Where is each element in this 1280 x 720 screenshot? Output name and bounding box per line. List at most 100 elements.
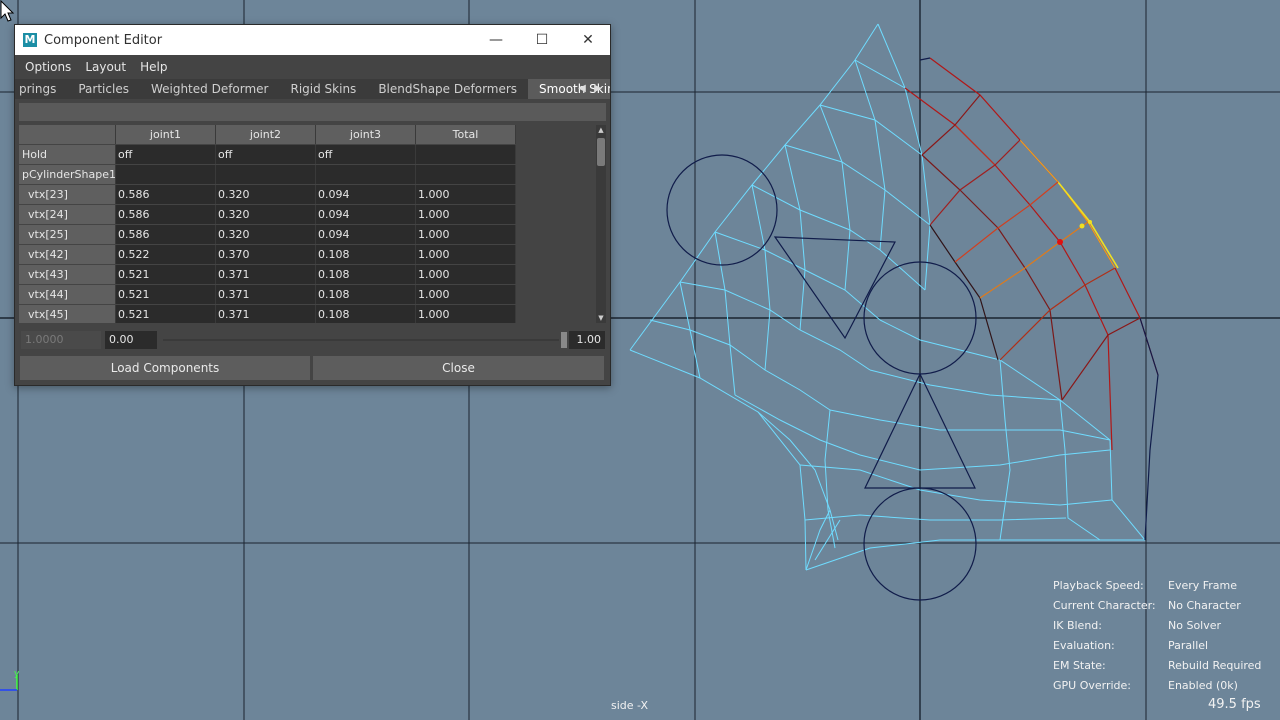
weight-cell[interactable]: 0.320 bbox=[216, 205, 316, 224]
column-header-joint3[interactable]: joint3 bbox=[316, 125, 416, 144]
weight-cell[interactable]: 0.108 bbox=[316, 305, 416, 323]
tab-rigid-skins[interactable]: Rigid Skins bbox=[280, 79, 368, 99]
tab-particles[interactable]: Particles bbox=[67, 79, 140, 99]
hud-row: Current Character: No Character bbox=[1053, 598, 1273, 618]
maximize-button[interactable]: ☐ bbox=[519, 25, 565, 55]
table-scrollbar[interactable]: ▲ ▼ bbox=[596, 125, 606, 323]
shape-label[interactable]: pCylinderShape1 bbox=[19, 165, 116, 184]
tab-scroll-left-icon[interactable]: ◀ bbox=[574, 79, 590, 99]
weight-cell[interactable]: 0.586 bbox=[116, 185, 216, 204]
empty-cell bbox=[116, 165, 216, 184]
weight-value-field[interactable]: 0.00 bbox=[105, 331, 157, 349]
component-editor-window[interactable]: M Component Editor — ☐ ✕ Options Layout … bbox=[14, 24, 611, 386]
vertex-label[interactable]: vtx[43] bbox=[19, 265, 116, 284]
viewport-hud: Playback Speed: Every Frame Current Chara… bbox=[1053, 578, 1273, 698]
hold-cell[interactable]: off bbox=[316, 145, 416, 164]
table-row-shape: pCylinderShape1 bbox=[19, 165, 516, 185]
tab-springs[interactable]: prings bbox=[15, 79, 67, 99]
weight-cell[interactable]: 0.094 bbox=[316, 205, 416, 224]
table-row: vtx[24] 0.586 0.320 0.094 1.000 bbox=[19, 205, 516, 225]
weight-slider-handle[interactable] bbox=[561, 332, 567, 348]
weight-cell[interactable]: 0.094 bbox=[316, 185, 416, 204]
fps-readout: 49.5 fps bbox=[1208, 697, 1261, 712]
table-row: vtx[23] 0.586 0.320 0.094 1.000 bbox=[19, 185, 516, 205]
column-header bbox=[19, 125, 116, 144]
weight-cell[interactable]: 0.371 bbox=[216, 305, 316, 323]
table-header-row: joint1 joint2 joint3 Total bbox=[19, 125, 516, 145]
scroll-down-icon[interactable]: ▼ bbox=[596, 313, 606, 323]
vertex-label[interactable]: vtx[25] bbox=[19, 225, 116, 244]
hold-cell[interactable]: off bbox=[116, 145, 216, 164]
camera-label: side -X bbox=[611, 699, 648, 712]
table-row: vtx[43] 0.521 0.371 0.108 1.000 bbox=[19, 265, 516, 285]
weight-cell[interactable]: 0.108 bbox=[316, 285, 416, 304]
hud-value: No Character bbox=[1168, 599, 1241, 612]
hud-row: EM State: Rebuild Required bbox=[1053, 658, 1273, 678]
column-header-total[interactable]: Total bbox=[416, 125, 516, 144]
weight-cell[interactable]: 0.521 bbox=[116, 265, 216, 284]
window-title: Component Editor bbox=[44, 32, 163, 48]
vertex-label[interactable]: vtx[24] bbox=[19, 205, 116, 224]
close-button[interactable]: Close bbox=[313, 356, 604, 380]
weight-cell[interactable]: 0.521 bbox=[116, 285, 216, 304]
vertex-label[interactable]: vtx[45] bbox=[19, 305, 116, 323]
total-cell: 1.000 bbox=[416, 285, 516, 304]
scroll-up-icon[interactable]: ▲ bbox=[596, 125, 606, 135]
table-row: vtx[44] 0.521 0.371 0.108 1.000 bbox=[19, 285, 516, 305]
hud-key: IK Blend: bbox=[1053, 619, 1102, 632]
row-label[interactable]: Hold bbox=[19, 145, 116, 164]
weight-cell[interactable]: 0.521 bbox=[116, 305, 216, 323]
menu-options[interactable]: Options bbox=[25, 60, 71, 74]
weights-table[interactable]: joint1 joint2 joint3 Total Hold off off … bbox=[19, 125, 606, 323]
load-components-button[interactable]: Load Components bbox=[20, 356, 310, 380]
weight-cell[interactable]: 0.371 bbox=[216, 265, 316, 284]
column-header-joint1[interactable]: joint1 bbox=[116, 125, 216, 144]
weight-cell[interactable]: 0.371 bbox=[216, 285, 316, 304]
weight-cell[interactable]: 0.370 bbox=[216, 245, 316, 264]
total-cell: 1.000 bbox=[416, 185, 516, 204]
weight-cell[interactable]: 0.320 bbox=[216, 185, 316, 204]
close-window-button[interactable]: ✕ bbox=[565, 25, 611, 55]
menu-bar: Options Layout Help bbox=[15, 55, 610, 79]
tab-blendshape-deformers[interactable]: BlendShape Deformers bbox=[367, 79, 528, 99]
hud-key: EM State: bbox=[1053, 659, 1106, 672]
weight-cell[interactable]: 0.108 bbox=[316, 265, 416, 284]
total-cell: 1.000 bbox=[416, 225, 516, 244]
weight-cell[interactable]: 0.586 bbox=[116, 205, 216, 224]
slider-max-field[interactable]: 1.00 bbox=[569, 331, 605, 349]
vertex-label[interactable]: vtx[42] bbox=[19, 245, 116, 264]
weight-slider[interactable] bbox=[163, 339, 559, 341]
hud-row: Evaluation: Parallel bbox=[1053, 638, 1273, 658]
maya-app-icon: M bbox=[23, 33, 37, 47]
empty-cell bbox=[416, 165, 516, 184]
axis-indicator: y bbox=[0, 669, 20, 691]
weight-cell[interactable]: 0.320 bbox=[216, 225, 316, 244]
column-header-joint2[interactable]: joint2 bbox=[216, 125, 316, 144]
tab-scroll-right-icon[interactable]: ▶ bbox=[590, 79, 606, 99]
hud-value: No Solver bbox=[1168, 619, 1222, 632]
hud-key: Playback Speed: bbox=[1053, 579, 1144, 592]
menu-layout[interactable]: Layout bbox=[85, 60, 126, 74]
minimize-button[interactable]: — bbox=[473, 25, 519, 55]
hud-value: Every Frame bbox=[1168, 579, 1238, 592]
total-cell: 1.000 bbox=[416, 205, 516, 224]
vertex-label[interactable]: vtx[23] bbox=[19, 185, 116, 204]
vertex-label[interactable]: vtx[44] bbox=[19, 285, 116, 304]
skin-weight-highlight bbox=[904, 57, 1159, 541]
hold-cell bbox=[416, 145, 516, 164]
hud-value: Enabled (0k) bbox=[1168, 679, 1238, 692]
window-titlebar[interactable]: M Component Editor — ☐ ✕ bbox=[15, 25, 610, 55]
tab-bar: prings Particles Weighted Deformer Rigid… bbox=[15, 79, 610, 99]
tab-weighted-deformer[interactable]: Weighted Deformer bbox=[140, 79, 280, 99]
table-row: vtx[42] 0.522 0.370 0.108 1.000 bbox=[19, 245, 516, 265]
menu-help[interactable]: Help bbox=[140, 60, 167, 74]
hud-row: GPU Override: Enabled (0k) bbox=[1053, 678, 1273, 698]
mouse-cursor-icon bbox=[0, 0, 15, 22]
weight-cell[interactable]: 0.108 bbox=[316, 245, 416, 264]
scroll-thumb[interactable] bbox=[597, 138, 605, 166]
hud-value: Rebuild Required bbox=[1168, 659, 1262, 672]
weight-cell[interactable]: 0.522 bbox=[116, 245, 216, 264]
weight-cell[interactable]: 0.586 bbox=[116, 225, 216, 244]
weight-cell[interactable]: 0.094 bbox=[316, 225, 416, 244]
hold-cell[interactable]: off bbox=[216, 145, 316, 164]
